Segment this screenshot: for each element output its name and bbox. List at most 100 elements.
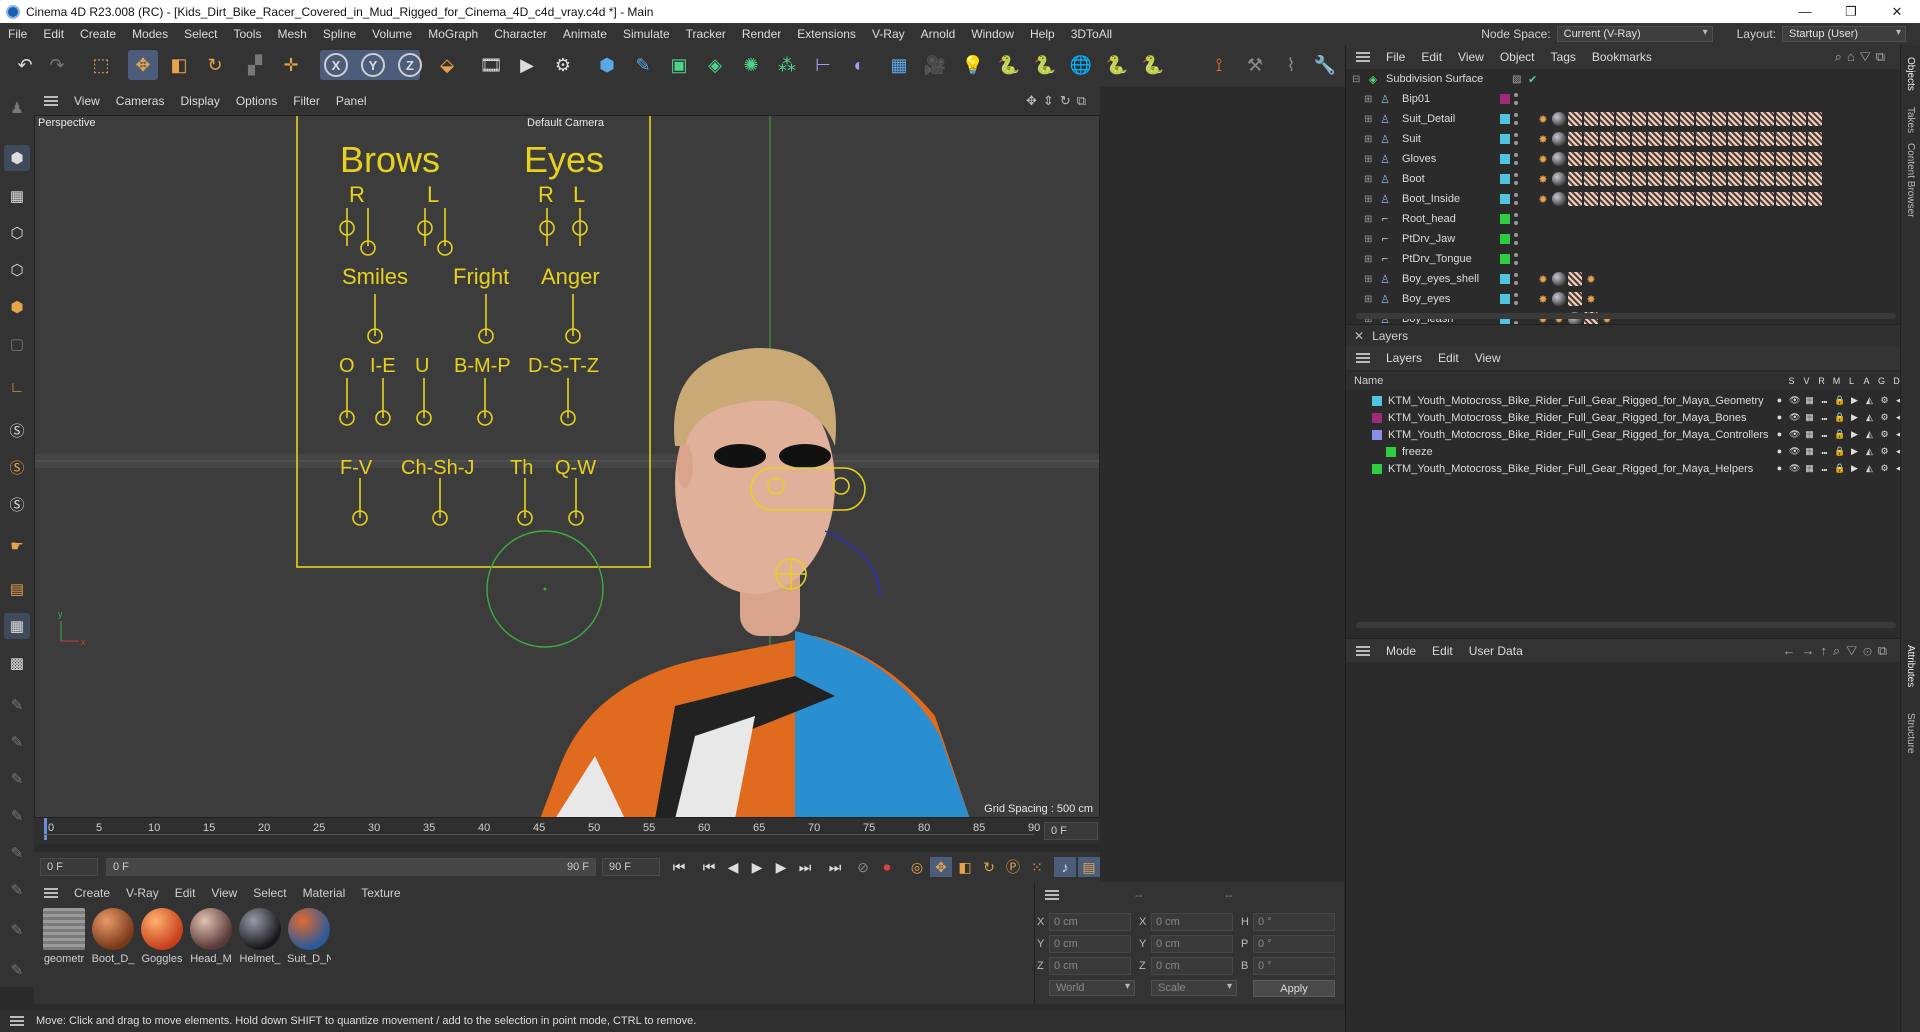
object-row[interactable]: ⊞ ♙ Gloves ✸: [1356, 149, 1901, 169]
maximize-button[interactable]: ❐: [1828, 0, 1874, 23]
layer-flag-icon[interactable]: ⚙: [1879, 446, 1890, 457]
texture-tag-icon[interactable]: [1808, 132, 1822, 146]
layer-flag-icon[interactable]: ⚙: [1879, 429, 1890, 440]
expand-icon[interactable]: ⊞: [1364, 114, 1374, 125]
object-row[interactable]: ⊞ ⌐ PtDrv_Tongue: [1356, 249, 1901, 269]
menu-window[interactable]: Window: [963, 27, 1022, 41]
move-tool-icon[interactable]: ✥: [128, 50, 158, 80]
material-tag-icon[interactable]: [1552, 192, 1566, 206]
layer-color-swatch[interactable]: [1372, 463, 1382, 474]
texture-tag-icon[interactable]: [1632, 132, 1646, 146]
texture-tag-icon[interactable]: [1760, 132, 1774, 146]
expression-tag-icon[interactable]: ✸: [1536, 152, 1550, 166]
texture-tag-icon[interactable]: [1680, 192, 1694, 206]
material-menu-select[interactable]: Select: [245, 886, 294, 900]
object-menu-object[interactable]: Object: [1492, 50, 1543, 64]
expression-tag-icon[interactable]: ✸: [1536, 292, 1550, 306]
expression-tag-icon[interactable]: ✸: [1536, 112, 1550, 126]
texture-tag-icon[interactable]: [1648, 152, 1662, 166]
brush-icon-1[interactable]: ✎: [4, 692, 30, 718]
layer-row[interactable]: KTM_Youth_Motocross_Bike_Rider_Full_Gear…: [1356, 392, 1911, 409]
live-selection-icon[interactable]: ⬚: [86, 50, 116, 80]
texture-tag-icon[interactable]: [1616, 172, 1630, 186]
layer-flag-icon[interactable]: ⚙: [1879, 463, 1890, 474]
expand-icon[interactable]: ⊞: [1364, 154, 1374, 165]
layer-flag-icon[interactable]: ⑉: [1819, 412, 1830, 423]
material-menu-material[interactable]: Material: [295, 886, 354, 900]
object-search-icons[interactable]: ⌕⌂▽⧉: [1835, 49, 1890, 65]
menu-spline[interactable]: Spline: [315, 27, 364, 41]
x-axis-lock-icon[interactable]: X: [324, 53, 348, 77]
expand-icon[interactable]: ⊞: [1364, 134, 1374, 145]
side-tab-objects[interactable]: Objects: [1905, 57, 1916, 91]
weight-icon[interactable]: ⌇: [1276, 50, 1306, 80]
texture-tag-icon[interactable]: [1792, 172, 1806, 186]
material-item[interactable]: geometr: [42, 908, 86, 965]
menu-edit[interactable]: Edit: [35, 27, 72, 41]
visibility-dots-icon[interactable]: [1514, 133, 1518, 145]
material-item[interactable]: Head_M: [189, 908, 233, 965]
menu-tools[interactable]: Tools: [225, 27, 269, 41]
character-model[interactable]: [540, 347, 970, 818]
texture-tag-icon[interactable]: [1664, 132, 1678, 146]
material-item[interactable]: Suit_D_N: [287, 908, 331, 965]
timeline-playhead[interactable]: [44, 818, 47, 840]
texture-tag-icon[interactable]: [1632, 152, 1646, 166]
layer-color-swatch[interactable]: [1500, 194, 1510, 204]
extrude-icon[interactable]: ◈: [700, 50, 730, 80]
python-icon-2[interactable]: 🐍: [1030, 50, 1060, 80]
attributes-menu-icon[interactable]: [1356, 645, 1370, 656]
viewport-menu-view[interactable]: View: [66, 94, 108, 108]
viewport-nav-icons[interactable]: ✥⇕↻⧉: [1026, 93, 1092, 109]
texture-tag-icon[interactable]: [1584, 192, 1598, 206]
current-frame-field[interactable]: 0 F: [1044, 822, 1098, 840]
texture-tag-icon[interactable]: [1728, 172, 1742, 186]
material-menu-icon[interactable]: [44, 888, 58, 898]
layer-color-swatch[interactable]: [1500, 134, 1510, 144]
previous-frame-icon[interactable]: ◀: [722, 857, 744, 877]
object-row[interactable]: ⊞ ♙ Suit ✸: [1356, 129, 1901, 149]
go-to-start-icon[interactable]: ⏮: [668, 857, 690, 877]
viewport-menu-options[interactable]: Options: [228, 94, 285, 108]
texture-tag-icon[interactable]: [1568, 292, 1582, 306]
layer-color-swatch[interactable]: [1500, 234, 1510, 244]
texture-tag-icon[interactable]: [1680, 112, 1694, 126]
menu-volume[interactable]: Volume: [364, 27, 420, 41]
layer-color-swatch[interactable]: [1372, 429, 1382, 440]
material-item[interactable]: Goggles: [140, 908, 184, 965]
grid-icon[interactable]: ▦: [4, 613, 30, 639]
texture-tag-icon[interactable]: [1568, 112, 1582, 126]
visibility-dots-icon[interactable]: [1514, 293, 1518, 305]
layer-flag-icon[interactable]: ▶: [1849, 412, 1860, 423]
layer-flag-icon[interactable]: ●: [1774, 463, 1785, 474]
side-tab-attributes[interactable]: Attributes: [1905, 645, 1916, 687]
layer-flag-icon[interactable]: ⑉: [1819, 395, 1830, 406]
snap-icon-2[interactable]: Ⓢ: [4, 454, 30, 480]
layer-flag-icon[interactable]: ▶: [1849, 463, 1860, 474]
layer-color-swatch[interactable]: [1500, 214, 1510, 224]
go-to-end-icon[interactable]: ⏭: [824, 857, 846, 877]
visibility-dots-icon[interactable]: [1514, 253, 1518, 265]
texture-tag-icon[interactable]: [1792, 152, 1806, 166]
texture-tag-icon[interactable]: [1776, 112, 1790, 126]
layer-flag-icon[interactable]: 👁: [1789, 412, 1800, 423]
menu-select[interactable]: Select: [176, 27, 225, 41]
visibility-dots-icon[interactable]: [1514, 93, 1518, 105]
rotate-tool-icon[interactable]: ↻: [200, 50, 230, 80]
layer-flag-icon[interactable]: ▶: [1849, 395, 1860, 406]
layers-menu-layers[interactable]: Layers: [1378, 351, 1430, 365]
texture-tag-icon[interactable]: [1664, 112, 1678, 126]
scale-dropdown[interactable]: Scale: [1151, 980, 1237, 996]
scale-tool-icon[interactable]: ◧: [164, 50, 194, 80]
coord-menu-icon[interactable]: [1045, 890, 1059, 900]
object-row[interactable]: ⊞ ♙ Boy_eyes_shell ✸ ✸: [1356, 269, 1901, 289]
record-keys-icon[interactable]: ⊘: [852, 857, 874, 877]
render-region-icon[interactable]: 🎞: [476, 50, 506, 80]
layer-color-swatch[interactable]: [1500, 294, 1510, 304]
menu-animate[interactable]: Animate: [555, 27, 615, 41]
model-mode-icon[interactable]: ♟: [4, 95, 30, 121]
pos-y-field[interactable]: 0 cm: [1049, 935, 1131, 953]
texture-tag-icon[interactable]: [1600, 152, 1614, 166]
texture-tag-icon[interactable]: [1712, 132, 1726, 146]
object-menu-bookmarks[interactable]: Bookmarks: [1584, 50, 1660, 64]
